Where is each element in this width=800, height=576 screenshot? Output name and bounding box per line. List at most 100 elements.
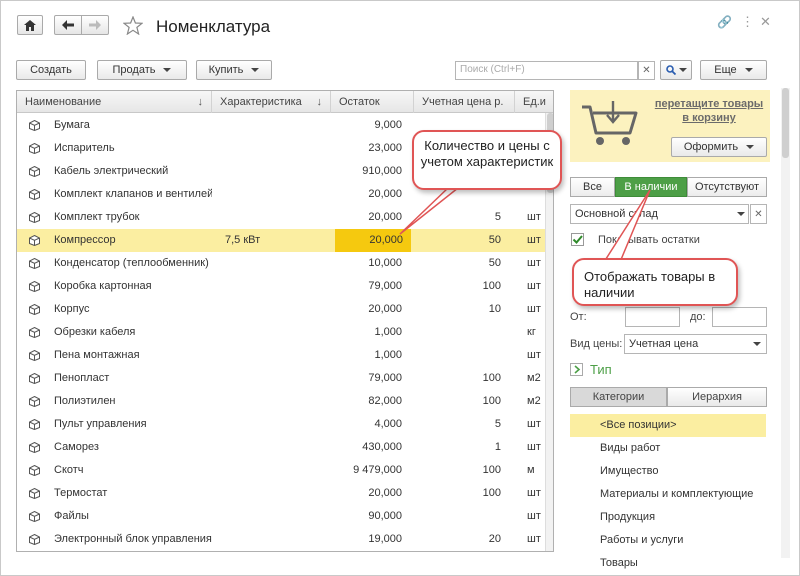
sell-button[interactable]: Продать [97, 60, 187, 80]
cell-unit: кг [527, 326, 536, 338]
warehouse-select[interactable]: Основной склад [570, 204, 749, 224]
price-to-input[interactable] [712, 307, 767, 327]
column-header-name[interactable]: Наименование ↓ [17, 91, 212, 113]
tab-in-stock-label: В наличии [624, 181, 678, 193]
cell-price: 1 [494, 441, 501, 453]
product-icon [29, 327, 40, 338]
cell-price: 100 [482, 280, 501, 292]
cell-name: Кабель электрический [54, 165, 169, 177]
star-icon[interactable] [123, 16, 143, 35]
search-options-button[interactable] [660, 60, 692, 80]
cell-unit: шт [527, 349, 541, 361]
cell-stock: 1,000 [374, 349, 402, 361]
table-row[interactable]: Коробка картонная 79,000 100 шт [17, 275, 553, 298]
cell-characteristic [225, 505, 325, 528]
create-button[interactable]: Создать [16, 60, 86, 80]
tab-categories[interactable]: Категории [570, 387, 667, 407]
search-clear-button[interactable]: ✕ [638, 61, 655, 80]
category-item[interactable]: <Все позиции> [570, 414, 766, 437]
cell-price: 20 [488, 533, 501, 545]
dropdown-icon[interactable] [750, 335, 764, 353]
table-row[interactable]: Обрезки кабеля 1,000 кг [17, 321, 553, 344]
cell-stock: 20,000 [368, 211, 402, 223]
checkout-button-label: Оформить [683, 141, 739, 153]
table-row[interactable]: Термостат 20,000 100 шт [17, 482, 553, 505]
type-section-title[interactable]: Тип [590, 362, 612, 377]
more-button[interactable]: Еще [700, 60, 767, 80]
cart-hint-link[interactable]: перетащите товары в корзину [651, 97, 767, 125]
home-button[interactable] [17, 15, 43, 35]
tab-in-stock[interactable]: В наличии [615, 177, 687, 197]
warehouse-clear-button[interactable]: ✕ [750, 204, 767, 224]
column-header-unit[interactable]: Ед.и [515, 91, 553, 113]
column-header-characteristic[interactable]: Характеристика ↓ [212, 91, 331, 113]
category-item[interactable]: Виды работ [570, 437, 766, 460]
table-row[interactable]: Конденсатор (теплообменник) 10,000 50 шт [17, 252, 553, 275]
clear-icon: ✕ [754, 208, 763, 220]
category-item[interactable]: Товары [570, 552, 766, 575]
price-type-label: Вид цены: [570, 338, 623, 350]
tab-all[interactable]: Все [570, 177, 615, 197]
product-icon [29, 465, 40, 476]
table-row[interactable]: Скотч 9 479,000 100 м [17, 459, 553, 482]
cell-characteristic [225, 298, 325, 321]
table-row[interactable]: Пульт управления 4,000 5 шт [17, 413, 553, 436]
table-row[interactable]: Корпус 20,000 10 шт [17, 298, 553, 321]
column-header-label: Остаток [339, 96, 380, 108]
category-item[interactable]: Имущество [570, 460, 766, 483]
cell-characteristic [225, 321, 325, 344]
tab-hierarchy[interactable]: Иерархия [667, 387, 767, 407]
cell-stock: 23,000 [368, 142, 402, 154]
scrollbar-thumb[interactable] [782, 88, 789, 158]
cell-unit: шт [527, 441, 541, 453]
panel-scrollbar[interactable] [781, 88, 790, 558]
product-icon [29, 350, 40, 361]
show-stock-checkbox[interactable] [571, 233, 584, 246]
tab-out-of-stock[interactable]: Отсутствуют [687, 177, 767, 197]
chevron-down-icon [251, 68, 260, 72]
cell-stock: 19,000 [368, 533, 402, 545]
cell-name: Бумага [54, 119, 90, 131]
table-row[interactable]: Комплект трубок 20,000 5 шт [17, 206, 553, 229]
cell-unit: шт [527, 280, 541, 292]
callout-characteristics: Количество и цены с учетом характеристик [412, 130, 562, 190]
close-icon[interactable]: ✕ [760, 14, 771, 30]
search-input[interactable]: Поиск (Ctrl+F) [455, 61, 638, 80]
expand-icon[interactable] [570, 363, 583, 376]
price-from-input[interactable] [625, 307, 680, 327]
cell-name: Коробка картонная [54, 280, 152, 292]
product-icon [29, 442, 40, 453]
table-row[interactable]: Пенопласт 79,000 100 м2 [17, 367, 553, 390]
table-row[interactable]: Компрессор 7,5 кВт 20,000 50 шт [17, 229, 553, 252]
table-row[interactable]: Файлы 90,000 шт [17, 505, 553, 528]
cell-stock: 10,000 [368, 257, 402, 269]
forward-button[interactable] [81, 15, 109, 35]
clear-icon: ✕ [642, 65, 651, 76]
buy-button[interactable]: Купить [196, 60, 272, 80]
table-row[interactable]: Пена монтажная 1,000 шт [17, 344, 553, 367]
category-item[interactable]: Работы и услуги [570, 529, 766, 552]
table-row[interactable]: Полиэтилен 82,000 100 м2 [17, 390, 553, 413]
show-stock-label: Показывать остатки [598, 234, 700, 246]
table-row[interactable]: Саморез 430,000 1 шт [17, 436, 553, 459]
cell-name: Пенопласт [54, 372, 110, 384]
product-icon [29, 419, 40, 430]
cell-stock: 79,000 [368, 280, 402, 292]
dropdown-icon[interactable] [734, 205, 748, 223]
cell-stock: 20,000 [368, 188, 402, 200]
table-row[interactable]: Электронный блок управления 19,000 20 шт [17, 528, 553, 551]
column-header-price[interactable]: Учетная цена р. [414, 91, 515, 113]
cell-name: Файлы [54, 510, 89, 522]
column-header-stock[interactable]: Остаток [331, 91, 414, 113]
chevron-down-icon [744, 68, 753, 72]
cell-name: Конденсатор (теплообменник) [54, 257, 209, 269]
sort-arrow-icon: ↓ [197, 96, 204, 108]
menu-icon[interactable]: ⋮ [741, 14, 754, 30]
link-icon[interactable]: 🔗 [717, 15, 732, 29]
price-type-select[interactable]: Учетная цена [624, 334, 767, 354]
back-button[interactable] [54, 15, 82, 35]
category-item[interactable]: Продукция [570, 506, 766, 529]
home-icon [24, 19, 36, 31]
category-item[interactable]: Материалы и комплектующие [570, 483, 766, 506]
checkout-button[interactable]: Оформить [671, 137, 767, 157]
